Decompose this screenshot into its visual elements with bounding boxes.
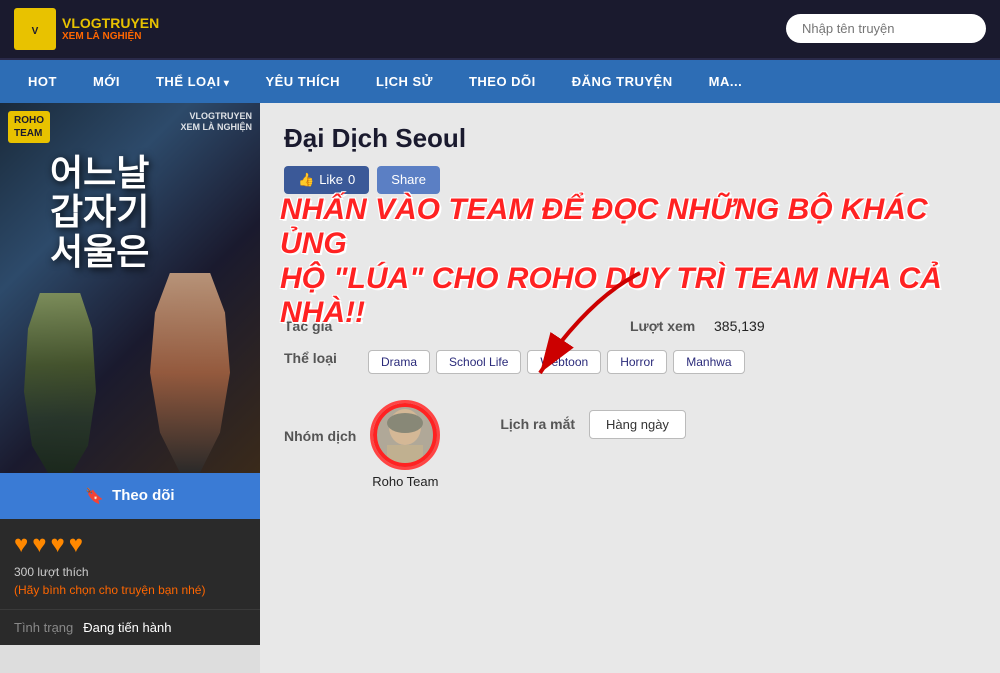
like-label: Like (319, 172, 343, 187)
share-button[interactable]: Share (377, 166, 440, 194)
left-panel: 어느날갑자기서울은 ROHOTEAM VLOGTRUYEN XEM LÀ NGH… (0, 103, 260, 673)
heart-2[interactable]: ♥ (32, 531, 46, 559)
nav-bar: HOT MỚI THỂ LOẠI YÊU THÍCH LỊCH SỬ THEO … (0, 60, 1000, 103)
main-content: 어느날갑자기서울은 ROHOTEAM VLOGTRUYEN XEM LÀ NGH… (0, 103, 1000, 673)
thumbs-up-icon: 👍 (298, 172, 314, 188)
follow-label: Theo dõi (112, 487, 175, 504)
like-count: 0 (348, 172, 355, 187)
social-buttons: 👍 Like 0 Share (284, 166, 976, 194)
translator-group[interactable]: Roho Team (370, 400, 440, 489)
translator-label: Nhóm dịch (284, 400, 356, 444)
right-panel: Đại Dịch Seoul 👍 Like 0 Share NHẤN VÀO T… (260, 103, 1000, 673)
watermark: VLOGTRUYEN XEM LÀ NGHIỆN (180, 111, 252, 134)
nav-hot[interactable]: HOT (10, 60, 75, 103)
details-grid: Tác giả Lượt xem 385,139 Thể loại Drama … (260, 304, 1000, 400)
cover-kr-title: 어느날갑자기서울은 (50, 153, 149, 272)
nav-theo-doi[interactable]: THEO DÕI (451, 60, 554, 103)
genre-label: Thể loại (284, 350, 354, 366)
bookmark-icon: 🔖 (85, 487, 104, 505)
status-section: Tình trạng Đang tiến hành (0, 609, 260, 645)
vote-prompt: (Hãy bình chọn cho truyện bạn nhé) (14, 583, 246, 597)
search-box[interactable] (786, 14, 986, 43)
status-value: Đang tiến hành (83, 620, 171, 635)
nav-the-loai[interactable]: THỂ LOẠI (138, 60, 247, 103)
title-section: Đại Dịch Seoul 👍 Like 0 Share (260, 103, 1000, 204)
char-male (20, 293, 100, 473)
avatar-svg (375, 405, 435, 465)
views-row: Lượt xem 385,139 (630, 318, 976, 334)
nav-lich-su[interactable]: LỊCH SỬ (358, 60, 451, 103)
like-button[interactable]: 👍 Like 0 (284, 166, 369, 194)
team-badge: ROHOTEAM (8, 111, 50, 143)
manga-cover: 어느날갑자기서울은 ROHOTEAM VLOGTRUYEN XEM LÀ NGH… (0, 103, 260, 473)
views-value: 385,139 (714, 318, 765, 334)
follow-button[interactable]: 🔖 Theo dõi (0, 473, 260, 519)
views-label: Lượt xem (630, 318, 700, 334)
nav-moi[interactable]: MỚI (75, 60, 138, 103)
hearts-row[interactable]: ♥ ♥ ♥ ♥ (14, 531, 246, 559)
author-row: Tác giả (284, 318, 630, 334)
translator-avatar[interactable] (370, 400, 440, 470)
header: V VLOGTRUYEN XEM LÀ NGHIỆN (0, 0, 1000, 60)
genre-school[interactable]: School Life (436, 350, 521, 374)
logo-main-text: VLOGTRUYEN (62, 16, 159, 31)
schedule-button[interactable]: Hàng ngày (589, 410, 686, 439)
search-input[interactable] (786, 14, 986, 43)
translator-row: Nhóm dịch Roho Team (284, 400, 440, 489)
genre-drama[interactable]: Drama (368, 350, 430, 374)
bottom-details: Nhóm dịch Roho Team (260, 400, 1000, 503)
logo[interactable]: V VLOGTRUYEN XEM LÀ NGHIỆN (14, 8, 159, 50)
logo-text-block: VLOGTRUYEN XEM LÀ NGHIỆN (62, 16, 159, 42)
genre-row: Thể loại Drama School Life Webtoon Horro… (284, 350, 976, 374)
nav-dang-truyen[interactable]: ĐĂNG TRUYỆN (554, 60, 691, 103)
nav-more[interactable]: MA... (691, 60, 761, 103)
logo-icon: V (14, 8, 56, 50)
heart-4[interactable]: ♥ (69, 531, 83, 559)
genre-horror[interactable]: Horror (607, 350, 667, 374)
heart-3[interactable]: ♥ (51, 531, 65, 559)
likes-count: 300 lượt thích (14, 565, 246, 579)
genre-manhwa[interactable]: Manhwa (673, 350, 744, 374)
nav-yeu-thich[interactable]: YÊU THÍCH (247, 60, 358, 103)
genre-webtoon[interactable]: Webtoon (527, 350, 601, 374)
char-female (140, 273, 240, 473)
status-label: Tình trạng (14, 620, 73, 635)
heart-1[interactable]: ♥ (14, 531, 28, 559)
rating-section: ♥ ♥ ♥ ♥ 300 lượt thích (Hãy bình chọn ch… (0, 519, 260, 609)
genre-tags: Drama School Life Webtoon Horror Manhwa (368, 350, 745, 374)
author-label: Tác giả (284, 318, 354, 334)
translator-name: Roho Team (372, 474, 438, 489)
logo-sub-text: XEM LÀ NGHIỆN (62, 31, 159, 42)
schedule-row: Lịch ra mắt Hàng ngày (500, 410, 686, 439)
schedule-label: Lịch ra mắt (500, 416, 575, 432)
svg-text:V: V (32, 26, 39, 37)
manga-title: Đại Dịch Seoul (284, 123, 976, 154)
